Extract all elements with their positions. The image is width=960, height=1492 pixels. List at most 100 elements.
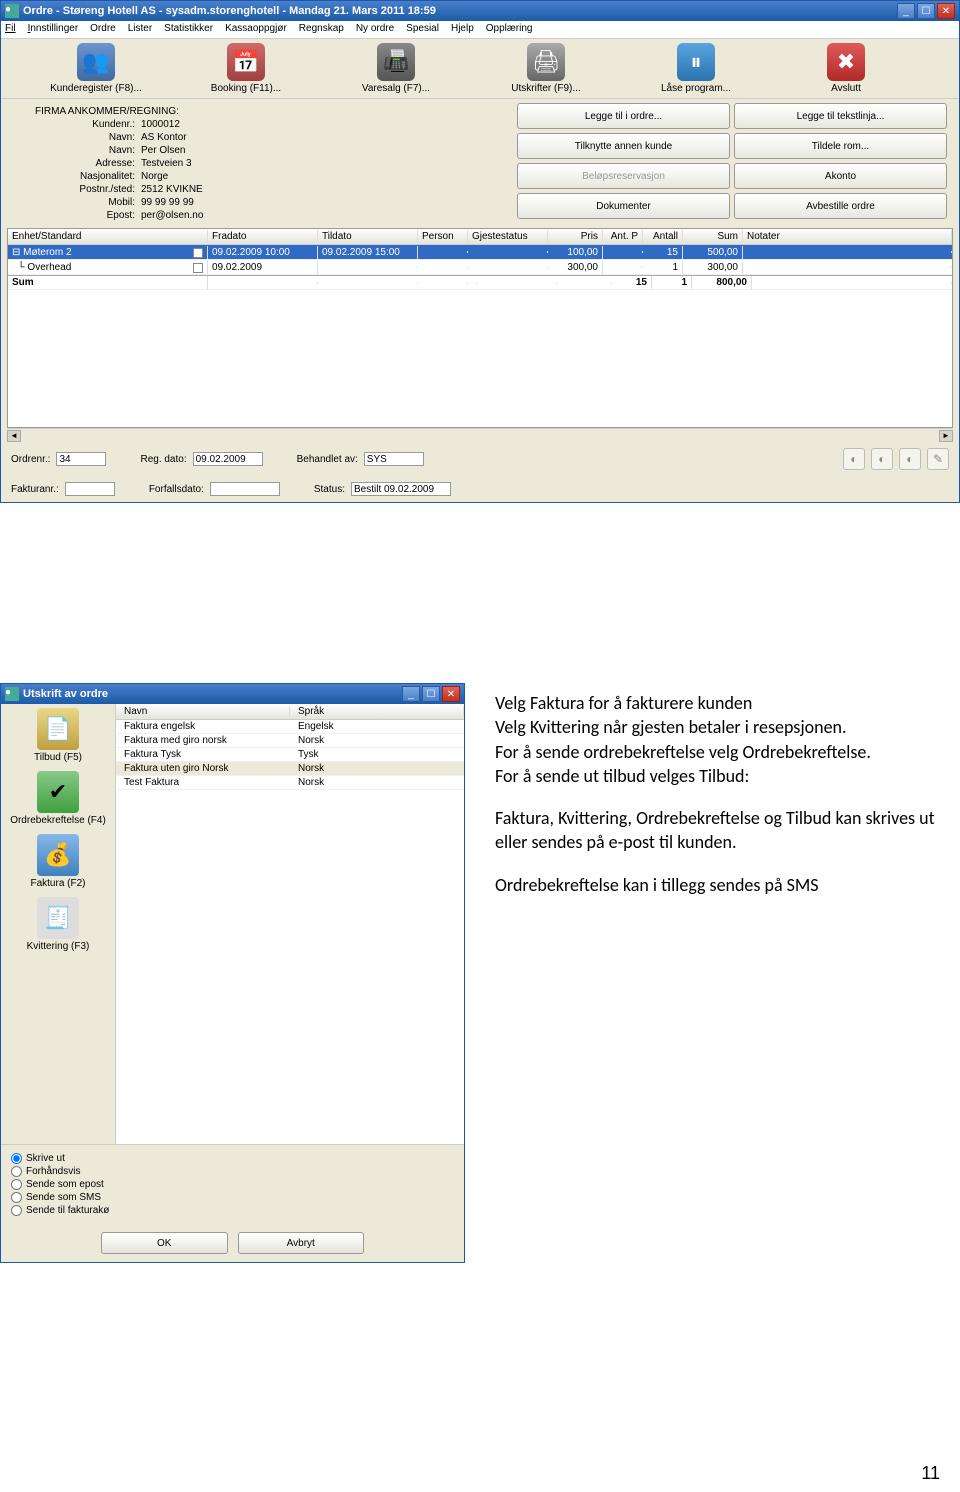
pause-icon: ⏸ [677,43,715,81]
sidebar-ordrebekreftelse[interactable]: ✔ Ordrebekreftelse (F4) [5,771,111,826]
btn-dokumenter[interactable]: Dokumenter [517,193,730,219]
opt-sende-fakturako[interactable]: Sende til fakturakø [11,1205,454,1216]
status-icon[interactable]: ◐ [843,448,865,470]
opt-skrive-ut[interactable]: Skrive ut [11,1153,454,1164]
toolbar-avslutt[interactable]: ✖ Avslutt [771,43,921,94]
toolbar-label: Avslutt [831,83,861,94]
btn-avbestille[interactable]: Avbestille ordre [734,193,947,219]
scroll-left-icon[interactable]: ◄ [7,430,21,442]
opt-sende-sms[interactable]: Sende som SMS [11,1192,454,1203]
btn-tilknytte-kunde[interactable]: Tilknytte annen kunde [517,133,730,159]
menu-ordre[interactable]: Ordre [90,23,116,36]
window-title: Ordre - Støreng Hotell AS - sysadm.store… [23,5,897,17]
side-label: Tilbud (F5) [5,752,111,763]
toolbar-label: Kunderegister (F8)... [50,83,142,94]
menu-spesial[interactable]: Spesial [406,23,439,36]
dialog-sidebar: 📄 Tilbud (F5) ✔ Ordrebekreftelse (F4) 💰 … [1,704,116,1144]
list-item[interactable]: Faktura engelskEngelsk [116,720,464,734]
menubar: Fil Innstillinger Ordre Lister Statistik… [1,21,959,39]
fax-icon: 📠 [377,43,415,81]
toolbar-booking[interactable]: 📅 Booking (F11)... [171,43,321,94]
users-icon: 👥 [77,43,115,81]
menu-lister[interactable]: Lister [128,23,152,36]
checkbox[interactable] [193,248,203,258]
btn-tildele-rom[interactable]: Tildele rom... [734,133,947,159]
customer-info: FIRMA ANKOMMER/REGNING: Kundenr.:1000012… [5,103,305,224]
printer-icon: 🖨 [527,43,565,81]
behandlet-field[interactable] [364,452,424,466]
menu-fil[interactable]: Fil [5,23,16,36]
toolbar-kunderegister[interactable]: 👥 Kunderegister (F8)... [21,43,171,94]
dialog-title: Utskrift av ordre [23,688,402,700]
list-item[interactable]: Faktura med giro norskNorsk [116,734,464,748]
page-number: 11 [0,1463,960,1484]
titlebar: ● Ordre - Støreng Hotell AS - sysadm.sto… [1,1,959,21]
table-header: Enhet/Standard Fradato Tildato Person Gj… [8,229,952,245]
menu-opplaering[interactable]: Opplæring [486,23,533,36]
cancel-button[interactable]: Avbryt [238,1232,365,1254]
btn-legge-til-tekstlinja[interactable]: Legge til tekstlinja... [734,103,947,129]
checkbox[interactable] [193,263,203,273]
sidebar-faktura[interactable]: 💰 Faktura (F2) [5,834,111,889]
btn-legge-til-ordre[interactable]: Legge til i ordre... [517,103,730,129]
close-button[interactable]: ✕ [937,3,955,19]
status-bar: Ordrenr.: Reg. dato: Behandlet av: ◐ ◐ ◐… [1,442,959,502]
menu-kassaoppgjor[interactable]: Kassaoppgjør [225,23,287,36]
side-label: Kvittering (F3) [5,941,111,952]
opt-forhandsvis[interactable]: Forhåndsvis [11,1166,454,1177]
menu-regnskap[interactable]: Regnskap [299,23,344,36]
scroll-right-icon[interactable]: ► [939,430,953,442]
menu-innstillinger[interactable]: Innstillinger [28,23,79,36]
instruction-text: Velg Faktura for å fakturere kunden Velg… [465,683,960,1263]
btn-belopsreservasjon[interactable]: Beløpsreservasjon [517,163,730,189]
ok-button[interactable]: OK [101,1232,228,1254]
minimize-button[interactable]: _ [897,3,915,19]
regdato-field[interactable] [193,452,263,466]
ordrenr-field[interactable] [56,452,106,466]
app-icon: ● [5,4,19,18]
toolbar-varesalg[interactable]: 📠 Varesalg (F7)... [321,43,471,94]
col-sprak[interactable]: Språk [290,706,464,717]
toolbar-label: Låse program... [661,83,731,94]
status-field[interactable] [351,482,451,496]
ordre-window: ● Ordre - Støreng Hotell AS - sysadm.sto… [0,0,960,503]
toolbar-label: Utskrifter (F9)... [511,83,580,94]
order-table: Enhet/Standard Fradato Tildato Person Gj… [7,228,953,428]
sidebar-tilbud[interactable]: 📄 Tilbud (F5) [5,708,111,763]
menu-statistikker[interactable]: Statistikker [164,23,213,36]
h-scrollbar[interactable]: ◄ ► [7,428,953,442]
action-buttons: Legge til i ordre... Legge til tekstlinj… [517,103,955,224]
status-icon[interactable]: ✎ [927,448,949,470]
toolbar-label: Booking (F11)... [211,83,281,94]
fakturanr-field[interactable] [65,482,115,496]
menu-hjelp[interactable]: Hjelp [451,23,474,36]
sidebar-kvittering[interactable]: 🧾 Kvittering (F3) [5,897,111,952]
maximize-button[interactable]: ☐ [917,3,935,19]
forfall-field[interactable] [210,482,280,496]
close-icon: ✖ [827,43,865,81]
btn-akonto[interactable]: Akonto [734,163,947,189]
list-item[interactable]: Faktura TyskTysk [116,748,464,762]
list-item[interactable]: Test FakturaNorsk [116,776,464,790]
col-navn[interactable]: Navn [116,706,290,717]
output-options: Skrive ut Forhåndsvis Sende som epost Se… [1,1144,464,1224]
toolbar-label: Varesalg (F7)... [362,83,430,94]
toolbar: 👥 Kunderegister (F8)... 📅 Booking (F11).… [1,39,959,99]
status-icon[interactable]: ◐ [871,448,893,470]
tilbud-icon: 📄 [37,708,79,750]
menu-nyordre[interactable]: Ny ordre [356,23,394,36]
minimize-button[interactable]: _ [402,686,420,702]
side-label: Faktura (F2) [5,878,111,889]
toolbar-utskrifter[interactable]: 🖨 Utskrifter (F9)... [471,43,621,94]
opt-sende-epost[interactable]: Sende som epost [11,1179,454,1190]
list-item[interactable]: Faktura uten giro NorskNorsk [116,762,464,776]
status-icon[interactable]: ◐ [899,448,921,470]
close-button[interactable]: ✕ [442,686,460,702]
table-row[interactable]: ⊟ Møterom 2 09.02.2009 10:00 09.02.2009 … [8,245,952,260]
table-sum-row: Sum 15 1 800,00 [8,275,952,290]
toolbar-laase[interactable]: ⏸ Låse program... [621,43,771,94]
maximize-button[interactable]: ☐ [422,686,440,702]
app-icon: ● [5,687,19,701]
table-row[interactable]: └ Overhead 09.02.2009 300,00 1 300,00 [8,260,952,275]
ordre-icon: ✔ [37,771,79,813]
